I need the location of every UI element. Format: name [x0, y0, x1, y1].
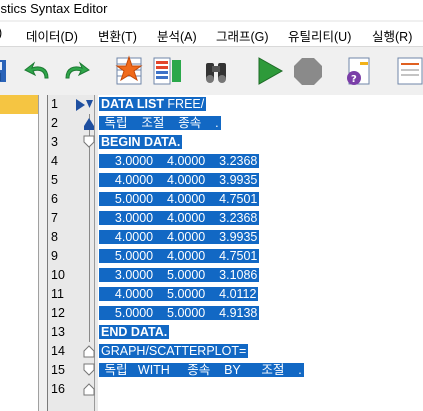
variables-icon[interactable] [149, 54, 185, 88]
selected-command-marker[interactable] [0, 95, 38, 114]
line-number: 12 [51, 306, 65, 320]
menu-item-data[interactable]: 데이터(D) [26, 26, 78, 45]
bookmark-icon[interactable] [392, 54, 423, 88]
line-number: 16 [51, 382, 65, 396]
line-number: 15 [51, 363, 65, 377]
menu-item-run[interactable]: 실행(R) [372, 26, 412, 45]
line-number: 9 [51, 249, 58, 263]
command-start-icon [83, 135, 95, 148]
save-icon[interactable] [0, 54, 10, 88]
syntax-help-icon[interactable]: ? [340, 54, 376, 88]
line-number: 6 [51, 192, 58, 206]
svg-text:?: ? [351, 74, 357, 85]
menu-item-transform[interactable]: 변환(T) [98, 26, 137, 45]
current-line-arrow-icon [76, 99, 93, 111]
menu-item-utilities[interactable]: 유틸리티(U) [288, 26, 351, 45]
menu-item-partial[interactable]: ) [0, 26, 2, 40]
code-line[interactable]: 4.0000 4.0000 3.9935 [99, 228, 260, 246]
code-line[interactable]: 독립 조절 종속 . [99, 114, 221, 132]
stop-icon[interactable] [290, 54, 326, 88]
line-number: 4 [51, 154, 58, 168]
line-gutter: 1 2 3 4 5 6 7 8 9 10 11 12 13 14 15 16 [48, 95, 98, 411]
line-number: 8 [51, 230, 58, 244]
line-number: 1 [51, 97, 58, 111]
window-title: tistics Syntax Editor [0, 1, 108, 16]
code-line[interactable]: 5.0000 4.0000 4.7501 [99, 190, 260, 208]
redo-icon[interactable] [58, 54, 94, 88]
command-start-icon [83, 363, 95, 376]
code-line[interactable]: 독립 WITH 종속 BY 조절 . [99, 361, 304, 379]
code-line[interactable]: GRAPH/SCATTERPLOT= [99, 342, 249, 360]
goto-case-icon[interactable] [111, 54, 147, 88]
line-number: 3 [51, 135, 58, 149]
code-line[interactable]: BEGIN DATA. [99, 133, 183, 151]
toolbar: ? [0, 46, 423, 96]
line-number: 7 [51, 211, 58, 225]
code-line[interactable]: 3.0000 5.0000 3.1086 [99, 266, 260, 284]
line-number: 5 [51, 173, 58, 187]
line-number: 13 [51, 325, 65, 339]
line-number: 2 [51, 116, 58, 130]
line-number: 14 [51, 344, 65, 358]
code-line[interactable]: 3.0000 4.0000 3.2368 [99, 152, 260, 170]
code-line[interactable]: END DATA. [99, 323, 170, 341]
command-marker-icon [84, 118, 94, 130]
code-line[interactable]: DATA LIST FREE/ [99, 95, 207, 113]
syntax-editor[interactable]: 1 2 3 4 5 6 7 8 9 10 11 12 13 14 15 16 D… [47, 95, 423, 411]
code-line[interactable]: 4.0000 5.0000 4.0112 [99, 285, 259, 303]
undo-icon[interactable] [20, 54, 56, 88]
run-icon[interactable] [251, 54, 287, 88]
title-bar: tistics Syntax Editor [0, 0, 423, 20]
command-end-icon [83, 345, 95, 358]
pane-splitter[interactable] [39, 95, 47, 411]
line-number: 11 [51, 287, 64, 301]
syntax-navigation-pane[interactable] [0, 95, 39, 411]
code-line[interactable]: 4.0000 4.0000 3.9935 [99, 171, 260, 189]
menu-item-graphs[interactable]: 그래프(G) [216, 26, 269, 45]
menu-item-analyze[interactable]: 분석(A) [157, 26, 197, 45]
find-icon[interactable] [198, 54, 234, 88]
command-end-icon [83, 383, 95, 396]
menu-bar: ) 데이터(D) 변환(T) 분석(A) 그래프(G) 유틸리티(U) 실행(R… [0, 22, 423, 46]
line-number: 10 [51, 268, 65, 282]
code-line[interactable]: 5.0000 4.0000 4.7501 [99, 247, 260, 265]
code-line[interactable]: 5.0000 5.0000 4.9138 [99, 304, 260, 322]
code-line[interactable]: 3.0000 4.0000 3.2368 [99, 209, 260, 227]
